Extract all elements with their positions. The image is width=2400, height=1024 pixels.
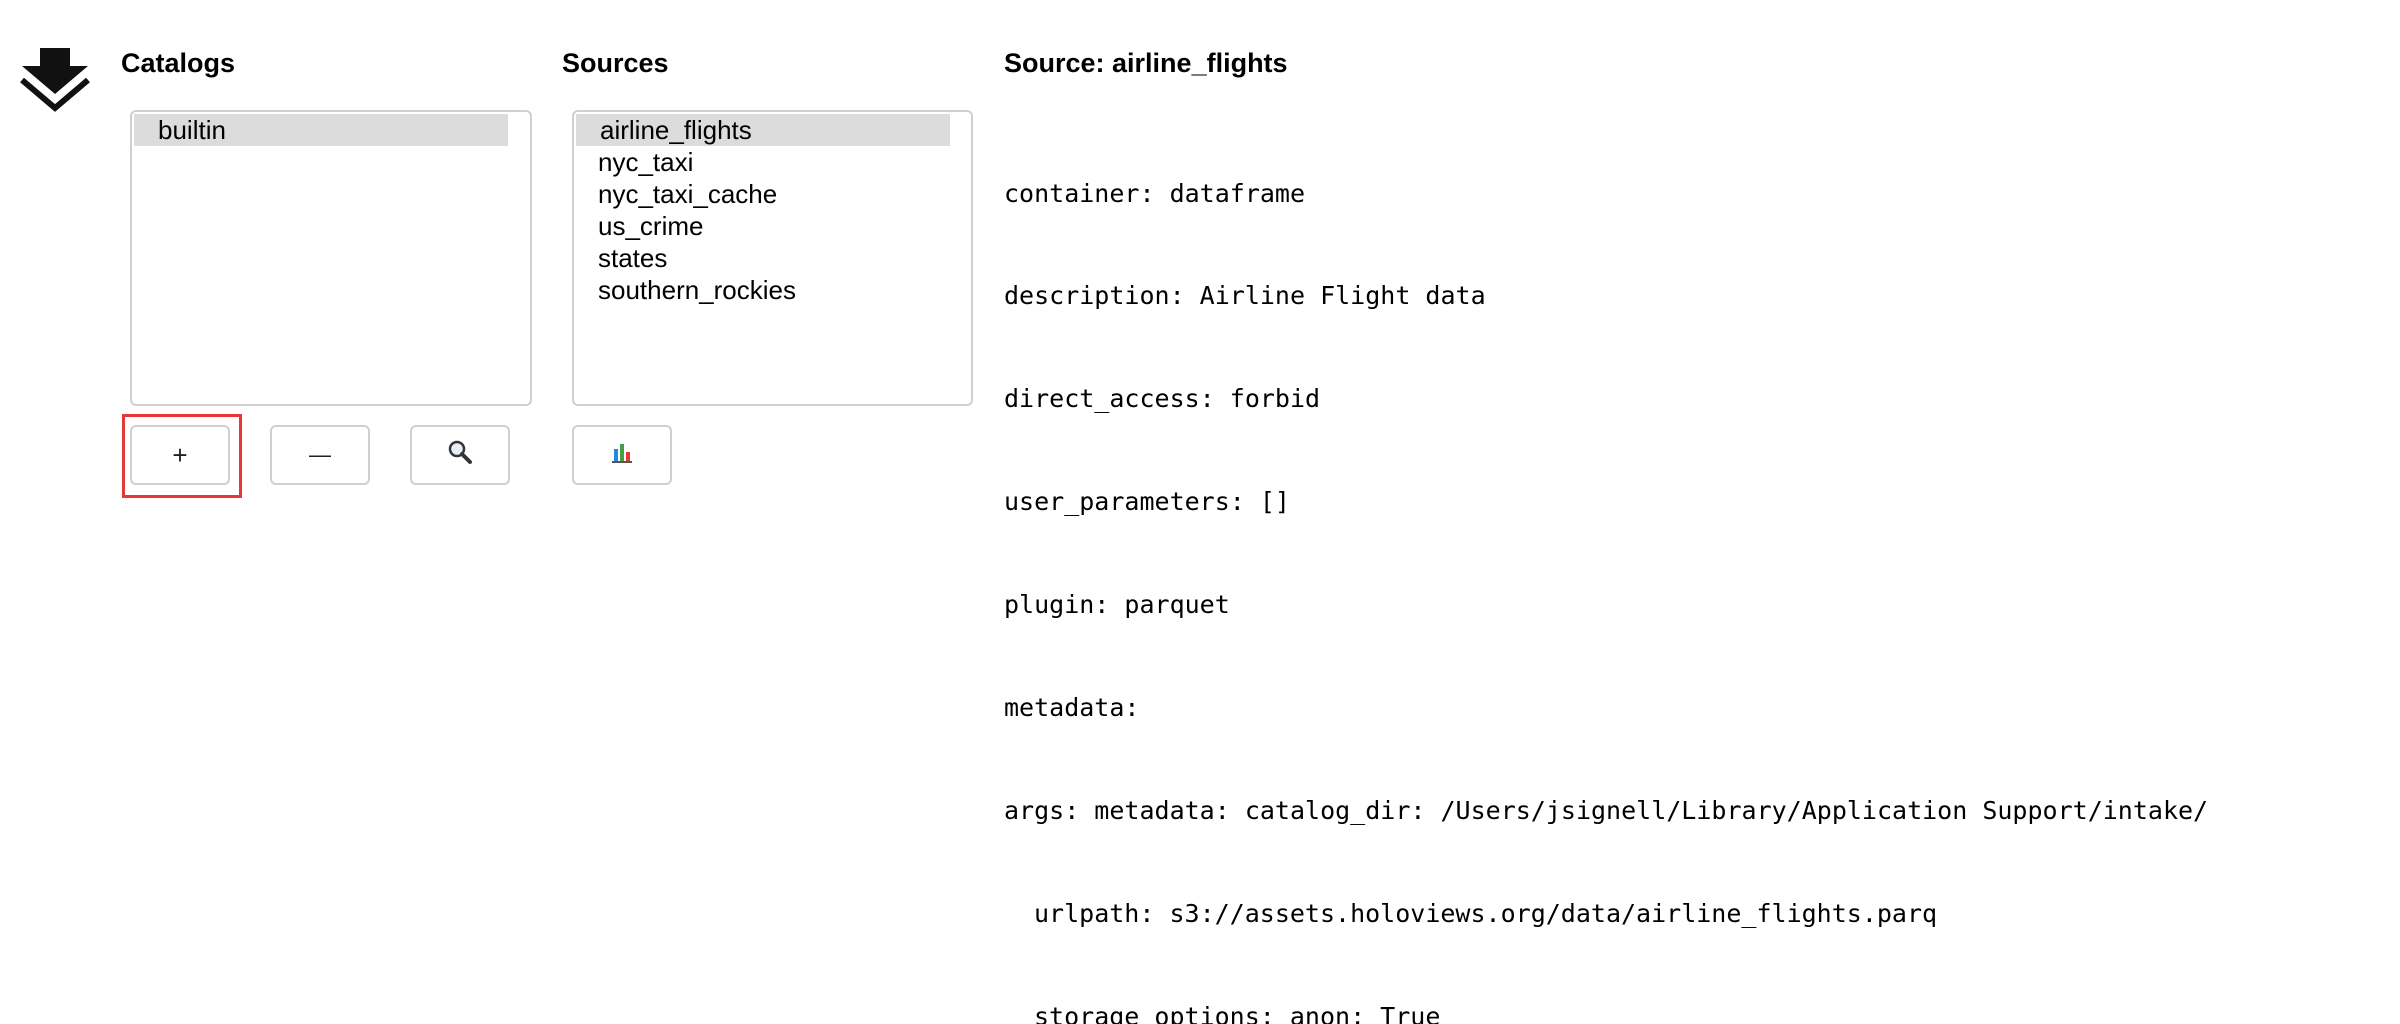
search-button[interactable] xyxy=(410,425,510,485)
source-item[interactable]: us_crime xyxy=(574,210,971,242)
remove-label: — xyxy=(309,442,331,467)
catalogs-heading: Catalogs xyxy=(121,48,236,78)
detail-line: plugin: parquet xyxy=(1004,590,1230,620)
catalog-item-builtin[interactable]: builtin xyxy=(134,114,508,146)
source-details-heading: Source: airline_flights xyxy=(1004,48,1288,78)
add-catalog-button[interactable]: + xyxy=(130,425,230,485)
detail-line: direct_access: forbid xyxy=(1004,384,1321,414)
add-label: + xyxy=(172,439,188,470)
source-item[interactable]: nyc_taxi xyxy=(574,146,971,178)
source-item[interactable]: states xyxy=(574,242,971,274)
sources-heading: Sources xyxy=(562,48,669,78)
bar-chart-icon xyxy=(609,439,635,472)
detail-line: storage_options: anon: True xyxy=(1034,1001,1441,1024)
detail-line: user_parameters: [] xyxy=(1004,487,1290,517)
detail-line: args: metadata: catalog_dir: /Users/jsig… xyxy=(1004,795,2209,825)
source-details-text: container: dataframe description: Airlin… xyxy=(1004,108,2208,1024)
detail-line: urlpath: s3://assets.holoviews.org/data/… xyxy=(1034,898,1938,928)
source-item[interactable]: airline_flights xyxy=(576,114,950,146)
sources-list[interactable]: airline_flights nyc_taxi nyc_taxi_cache … xyxy=(572,110,973,406)
detail-line: description: Airline Flight data xyxy=(1004,281,1486,311)
plot-button[interactable] xyxy=(572,425,672,485)
source-item[interactable]: southern_rockies xyxy=(574,274,971,306)
catalogs-list[interactable]: builtin xyxy=(130,110,532,406)
magnifier-icon xyxy=(447,439,473,472)
intake-logo-icon xyxy=(18,44,92,114)
remove-catalog-button[interactable]: — xyxy=(270,425,370,485)
detail-line: metadata: xyxy=(1004,693,1140,723)
source-item[interactable]: nyc_taxi_cache xyxy=(574,178,971,210)
detail-line: container: dataframe xyxy=(1004,178,1306,208)
